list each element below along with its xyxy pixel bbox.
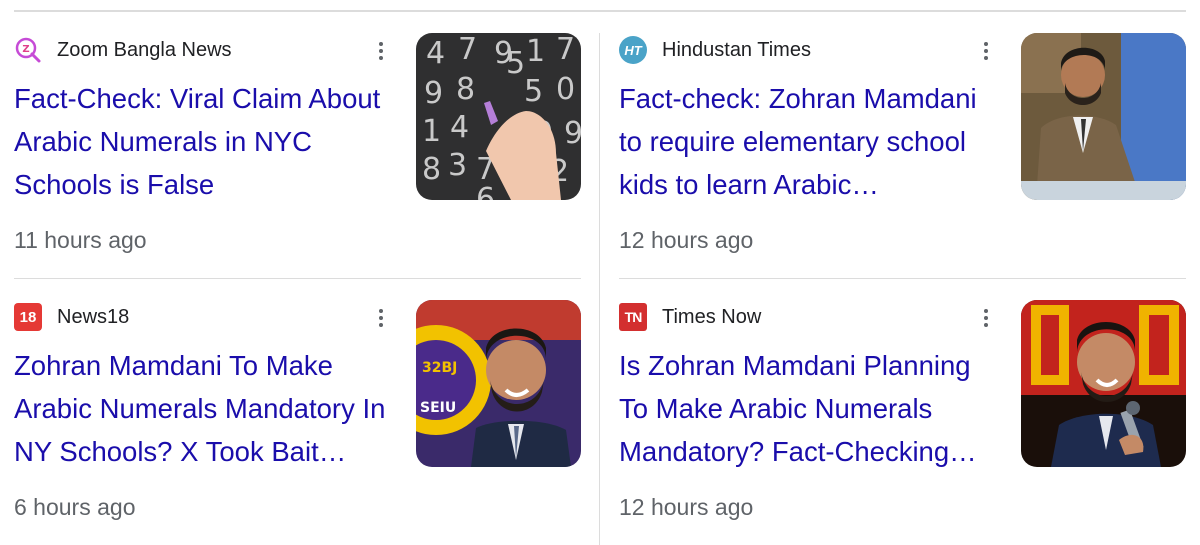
chalk-digit: 1 [526, 34, 545, 69]
chalk-digit: 9 [564, 116, 581, 151]
chalk-digit: 4 [450, 110, 469, 145]
source-name[interactable]: Hindustan Times [662, 39, 811, 62]
svg-text:Z: Z [22, 44, 29, 55]
ht-logo-icon: HT [619, 36, 647, 64]
man-at-event-image[interactable] [1021, 33, 1186, 200]
source: 18 News18 [14, 303, 129, 331]
row-divider-left [14, 278, 581, 279]
more-vert-icon[interactable] [372, 304, 390, 332]
news18-logo-icon: 18 [14, 303, 42, 331]
chalk-digit: 7 [556, 33, 575, 67]
headline-link[interactable]: Fact-Check: Viral Claim About Arabic Num… [14, 77, 399, 206]
source-name[interactable]: News18 [57, 306, 129, 329]
top-divider [14, 10, 1186, 12]
source: TN Times Now [619, 303, 761, 331]
news-card-hindustan-times[interactable]: HT Hindustan Times Fact-check: Zohran Ma… [619, 33, 1186, 278]
timestamp: 12 hours ago [619, 494, 754, 520]
chalk-digit: 9 [424, 76, 443, 111]
man-with-microphone-image[interactable] [1021, 300, 1186, 467]
news-card-news18[interactable]: 18 News18 Zohran Mamdani To Make Arabic … [14, 300, 581, 545]
chalk-digit: 5 [524, 74, 543, 109]
chalk-digit: 1 [422, 114, 441, 149]
column-divider [599, 33, 600, 545]
sign-text-2: SEIU [420, 400, 456, 416]
timestamp: 12 hours ago [619, 227, 754, 253]
source-name[interactable]: Zoom Bangla News [57, 39, 232, 62]
more-vert-icon[interactable] [372, 37, 390, 65]
timestamp: 11 hours ago [14, 227, 147, 253]
chalk-digit: 5 [506, 46, 525, 81]
chalk-digit: 8 [422, 152, 441, 187]
news-card-zoom-bangla[interactable]: Z Zoom Bangla News Fact-Check: Viral Cla… [14, 33, 581, 278]
row-divider-right [619, 278, 1186, 279]
sign-text: 32BJ [422, 360, 457, 376]
more-vert-icon[interactable] [977, 304, 995, 332]
chalk-digit: 4 [426, 36, 445, 71]
more-vert-icon[interactable] [977, 37, 995, 65]
chalk-digit: 8 [456, 72, 475, 107]
source: Z Zoom Bangla News [14, 37, 232, 63]
zoom-bangla-logo-icon: Z [14, 36, 42, 64]
headline-link[interactable]: Fact-check: Zohran Mamdani to require el… [619, 77, 1004, 206]
source: HT Hindustan Times [619, 36, 811, 64]
timestamp: 6 hours ago [14, 494, 136, 520]
headline-link[interactable]: Is Zohran Mamdani Planning To Make Arabi… [619, 344, 1004, 473]
chalk-digit: 3 [448, 148, 467, 183]
times-now-logo-icon: TN [619, 303, 647, 331]
source-name[interactable]: Times Now [662, 306, 761, 329]
chalk-digit: 7 [458, 33, 477, 67]
headline-link[interactable]: Zohran Mamdani To Make Arabic Numerals M… [14, 344, 399, 473]
smiling-man-rally-image[interactable]: 32BJ SEIU [416, 300, 581, 467]
chalkboard-numbers-image[interactable]: 4791798501408372956 [416, 33, 581, 200]
chalk-digit: 0 [556, 72, 575, 107]
chalk-digit: 6 [476, 182, 495, 200]
news-card-times-now[interactable]: TN Times Now Is Zohran Mamdani Planning … [619, 300, 1186, 545]
